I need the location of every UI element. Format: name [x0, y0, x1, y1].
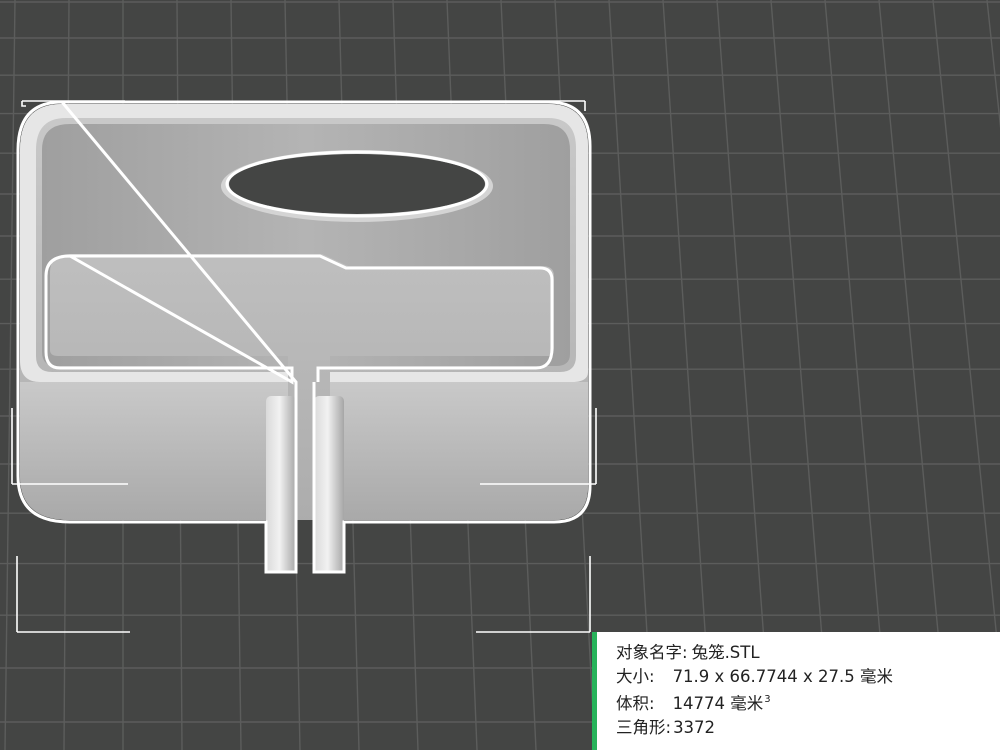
- object-volume-exponent: 3: [764, 694, 771, 705]
- object-name-label: 对象名字:: [616, 643, 688, 662]
- object-info-panel: 对象名字: 兔笼.STL 大小: 71.9 x 66.7744 x 27.5 毫米 …: [592, 632, 1000, 750]
- grid-line-vertical: [4, 0, 16, 750]
- 3d-viewport[interactable]: 对象名字: 兔笼.STL 大小: 71.9 x 66.7744 x 27.5 毫米 …: [0, 0, 1000, 750]
- object-size-label: 大小:: [616, 666, 655, 686]
- object-size-row: 大小: 71.9 x 66.7744 x 27.5 毫米: [616, 665, 1000, 689]
- rabbit-cage-model[interactable]: [20, 104, 588, 572]
- object-triangles-value: 3372: [673, 717, 716, 737]
- object-triangles-row: 三角形: 3372: [616, 716, 1000, 740]
- model-clip-tab-right: [314, 396, 344, 572]
- object-triangles-label: 三角形:: [616, 717, 672, 737]
- model-front-face: [20, 382, 288, 520]
- object-volume-row: 体积: 14774 毫米3: [616, 688, 1000, 716]
- object-name-row: 对象名字: 兔笼.STL: [616, 641, 1000, 665]
- model-front-face-right: [330, 382, 588, 520]
- model-oval-slot: [229, 154, 485, 214]
- object-volume-value: 14774 毫米3: [673, 688, 771, 716]
- object-volume-number: 14774 毫米: [672, 694, 764, 713]
- object-name-value: 兔笼.STL: [691, 643, 760, 662]
- model-clip-tab-left: [266, 396, 296, 572]
- object-size-value: 71.9 x 66.7744 x 27.5 毫米: [672, 666, 894, 686]
- object-volume-label: 体积:: [616, 694, 655, 713]
